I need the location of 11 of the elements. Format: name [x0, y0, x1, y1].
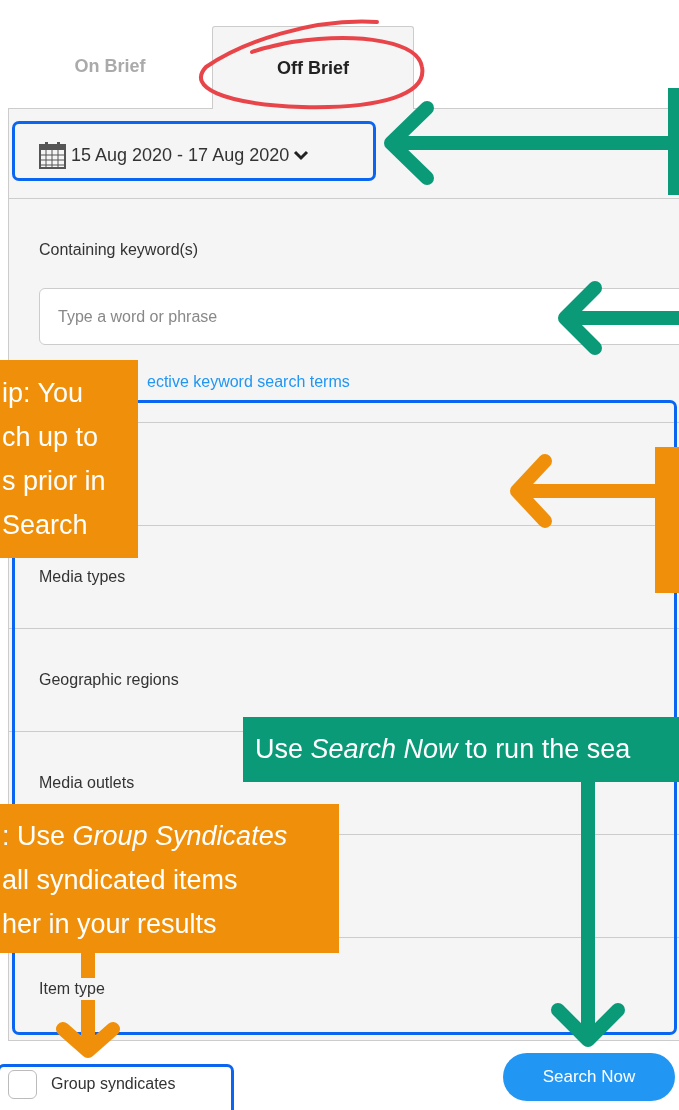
tip-callout: ip: You ch up to s prior in Search — [0, 360, 138, 558]
date-range-dropdown[interactable]: 15 Aug 2020 - 17 Aug 2020 — [39, 141, 310, 169]
filter-label[interactable]: Item type — [39, 978, 105, 1000]
checkbox-label: Group syndicates — [51, 1075, 176, 1093]
field-label: Containing keyword(s) — [39, 241, 200, 259]
calendar-icon — [39, 141, 66, 169]
tip-callout: Use Search Now to run the sea — [243, 717, 679, 782]
chevron-down-icon — [293, 149, 310, 161]
keyword-input[interactable]: Type a word or phrase — [39, 288, 679, 345]
checkbox[interactable] — [8, 1069, 37, 1099]
tip-callout: : Use Group Syndicates all syndicated items her in your results — [0, 804, 339, 953]
